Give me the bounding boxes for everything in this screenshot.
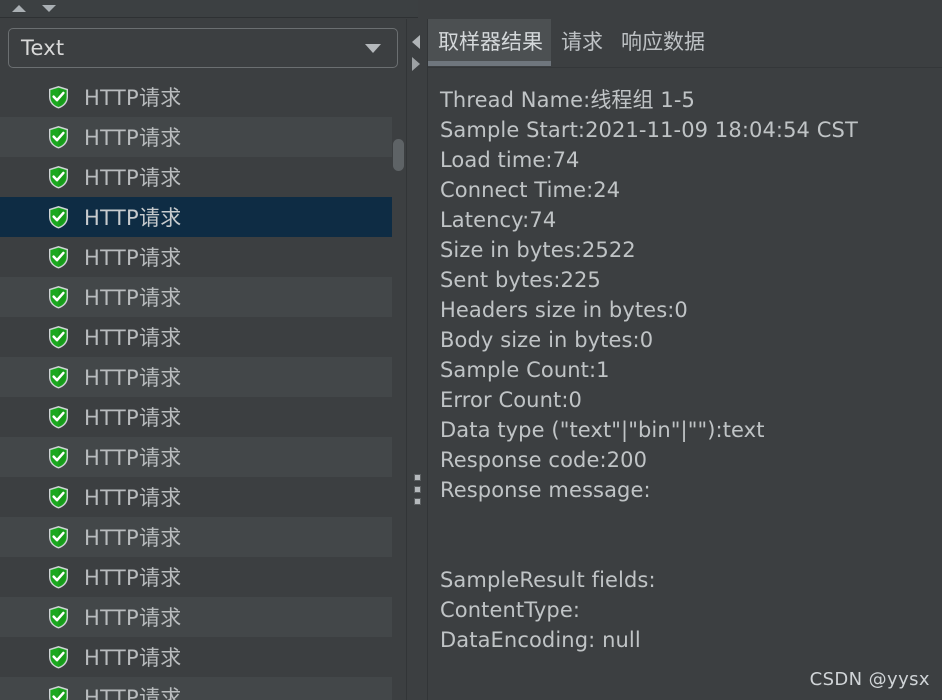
list-item-label: HTTP请求 (84, 246, 182, 270)
list-item[interactable]: HTTP请求 (0, 77, 406, 117)
green-shield-check-icon (47, 445, 70, 469)
list-item[interactable]: HTTP请求 (0, 597, 406, 637)
result-text-line (440, 505, 942, 535)
list-scrollbar-thumb[interactable] (393, 139, 404, 171)
list-item[interactable]: HTTP请求 (0, 557, 406, 597)
result-text-line: SampleResult fields: (440, 568, 656, 592)
grip-dots-icon (414, 474, 421, 481)
result-text-line: Sent bytes:225 (440, 268, 601, 292)
result-text-line (440, 535, 942, 565)
list-item-label: HTTP请求 (84, 326, 182, 350)
green-shield-check-icon (47, 125, 70, 149)
green-shield-check-icon (47, 365, 70, 389)
result-text-line: Size in bytes:2522 (440, 238, 636, 262)
sampler-result-list[interactable]: HTTP请求 HTTP请求 HTTP请求 HTTP请求 HTTP请求 HTTP请求 HTTP… (0, 77, 406, 700)
green-shield-check-icon (47, 525, 70, 549)
green-shield-check-icon (47, 325, 70, 349)
result-text-line: Response code:200 (440, 448, 648, 472)
list-item-label: HTTP请求 (84, 286, 182, 310)
watermark-label: CSDN @yysx (809, 669, 930, 690)
list-item-label: HTTP请求 (84, 166, 182, 190)
list-item[interactable]: HTTP请求 (0, 437, 406, 477)
result-text-line: Error Count:0 (440, 388, 582, 412)
grip-dots-icon (414, 498, 421, 505)
list-item[interactable]: HTTP请求 (0, 157, 406, 197)
green-shield-check-icon (47, 685, 70, 700)
list-item-label: HTTP请求 (84, 126, 182, 150)
triangle-left-icon[interactable] (412, 35, 420, 49)
list-item-label: HTTP请求 (84, 446, 182, 470)
green-shield-check-icon (47, 165, 70, 189)
tab-sampler-result[interactable]: 取样器结果 (428, 19, 551, 66)
list-item-label: HTTP请求 (84, 86, 182, 110)
result-text-line: Connect Time:24 (440, 178, 621, 202)
list-item[interactable]: HTTP请求 (0, 117, 406, 157)
result-text-line: ContentType: (440, 598, 581, 622)
list-item[interactable]: HTTP请求 (0, 677, 406, 700)
triangle-up-icon (12, 5, 26, 12)
render-format-value: Text (21, 36, 65, 60)
sort-descending-button[interactable] (34, 1, 64, 17)
list-item[interactable]: HTTP请求 (0, 517, 406, 557)
list-item-label: HTTP请求 (84, 206, 182, 230)
list-item-label: HTTP请求 (84, 486, 182, 510)
list-item-label: HTTP请求 (84, 606, 182, 630)
triangle-right-icon[interactable] (412, 57, 420, 71)
result-text-line: Headers size in bytes:0 (440, 298, 688, 322)
tab-label: 响应数据 (621, 29, 705, 54)
tab-label: 取样器结果 (438, 29, 543, 54)
result-text-line: Body size in bytes:0 (440, 328, 654, 352)
panel-splitter[interactable] (406, 19, 428, 700)
result-text-line: Response message: (440, 478, 651, 502)
tab-request[interactable]: 请求 (551, 19, 611, 62)
green-shield-check-icon (47, 605, 70, 629)
grip-dots-icon (414, 486, 421, 493)
results-right-panel: 取样器结果 请求 响应数据 Thread Name:线程组 1-5 Sample St… (428, 0, 942, 700)
list-scrollbar-track[interactable] (392, 77, 406, 700)
result-text-line: DataEncoding: null (440, 628, 641, 652)
triangle-down-icon (42, 5, 56, 12)
result-text-line: Sample Start:2021-11-09 18:04:54 CST (440, 118, 858, 142)
list-item-label: HTTP请求 (84, 646, 182, 670)
result-tabbar: 取样器结果 请求 响应数据 (428, 19, 942, 67)
list-item[interactable]: HTTP请求 (0, 277, 406, 317)
list-item-label: HTTP请求 (84, 526, 182, 550)
result-text-line: Data type ("text"|"bin"|""):text (440, 418, 765, 442)
green-shield-check-icon (47, 245, 70, 269)
list-item[interactable]: HTTP请求 (0, 317, 406, 357)
green-shield-check-icon (47, 205, 70, 229)
result-text-line: Sample Count:1 (440, 358, 610, 382)
sort-ascending-button[interactable] (4, 1, 34, 17)
list-item[interactable]: HTTP请求 (0, 637, 406, 677)
list-item[interactable]: HTTP请求 (0, 357, 406, 397)
left-toolbar (0, 0, 418, 18)
list-item-label: HTTP请求 (84, 686, 182, 700)
sampler-result-text[interactable]: Thread Name:线程组 1-5 Sample Start:2021-11-… (428, 69, 942, 700)
green-shield-check-icon (47, 485, 70, 509)
result-text-line: Latency:74 (440, 208, 557, 232)
green-shield-check-icon (47, 85, 70, 109)
render-format-combobox-wrap: Text (8, 28, 398, 68)
result-text-line: Load time:74 (440, 148, 580, 172)
render-format-combobox[interactable]: Text (8, 28, 398, 68)
green-shield-check-icon (47, 565, 70, 589)
tab-response-data[interactable]: 响应数据 (611, 19, 713, 62)
list-item-label: HTTP请求 (84, 566, 182, 590)
result-text-line: Thread Name:线程组 1-5 (440, 88, 696, 112)
list-item[interactable]: HTTP请求 (0, 397, 406, 437)
results-left-panel: Text HTTP请求 HTTP请求 HTTP请求 HTTP请求 HTTP请求 HTTP请… (0, 19, 406, 700)
list-item[interactable]: HTTP请求 (0, 477, 406, 517)
tabbar-divider (428, 67, 942, 68)
list-item-label: HTTP请求 (84, 406, 182, 430)
tab-label: 请求 (561, 29, 603, 54)
chevron-down-icon (365, 43, 381, 53)
list-item[interactable]: HTTP请求 (0, 237, 406, 277)
list-item-label: HTTP请求 (84, 366, 182, 390)
list-item[interactable]: HTTP请求 (0, 197, 406, 237)
green-shield-check-icon (47, 405, 70, 429)
jmeter-view-results-tree: Text HTTP请求 HTTP请求 HTTP请求 HTTP请求 HTTP请求 HTTP请… (0, 0, 942, 700)
green-shield-check-icon (47, 645, 70, 669)
green-shield-check-icon (47, 285, 70, 309)
